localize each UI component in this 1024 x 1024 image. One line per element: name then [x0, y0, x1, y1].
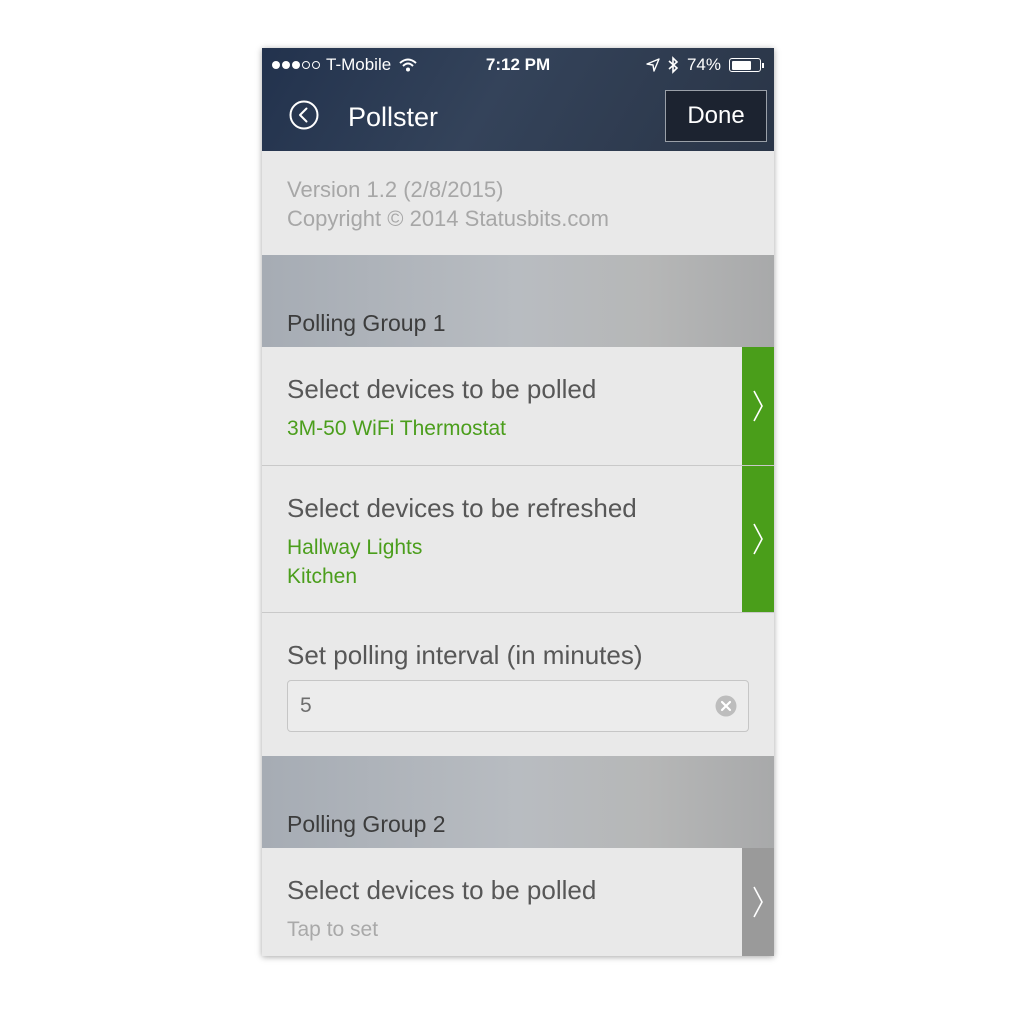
copyright-text: Copyright © 2014 Statusbits.com [287, 206, 609, 231]
group-title: Polling Group 1 [287, 310, 446, 336]
app-screen: T-Mobile 7:12 PM 74% Pollster Done Versi… [262, 48, 774, 956]
chevron-strip[interactable] [742, 848, 774, 956]
group-title: Polling Group 2 [287, 811, 446, 837]
selected-device: Hallway Lights [287, 536, 423, 559]
group-header-1: Polling Group 1 [262, 255, 774, 347]
row-title: Select devices to be polled [287, 875, 597, 905]
location-arrow-icon [646, 58, 660, 72]
select-polled-devices-row[interactable]: Select devices to be polled 3M-50 WiFi T… [262, 347, 774, 465]
chevron-strip[interactable] [742, 466, 774, 612]
chevron-right-icon [753, 886, 763, 918]
chevron-right-icon [753, 390, 763, 422]
row-title: Select devices to be refreshed [287, 493, 637, 523]
interval-label: Set polling interval (in minutes) [287, 640, 643, 670]
placeholder-text: Tap to set [287, 918, 379, 941]
polling-interval-input[interactable]: 5 [287, 680, 749, 732]
battery-percent: 74% [686, 55, 721, 74]
chevron-right-icon [753, 523, 763, 555]
header: T-Mobile 7:12 PM 74% Pollster Done [262, 48, 774, 151]
battery-icon [729, 58, 764, 72]
back-button[interactable] [288, 99, 320, 131]
about-section: Version 1.2 (2/8/2015) Copyright © 2014 … [262, 151, 774, 255]
select-refreshed-devices-row[interactable]: Select devices to be refreshed Hallway L… [262, 466, 774, 612]
selected-device: Kitchen [287, 565, 358, 588]
bluetooth-icon [668, 56, 679, 74]
status-right-group: 74% [646, 55, 764, 75]
interval-value: 5 [300, 694, 312, 717]
page-title: Pollster [348, 102, 439, 132]
group-header-2: Polling Group 2 [262, 756, 774, 848]
selected-device: 3M-50 WiFi Thermostat [287, 417, 506, 440]
row-title: Select devices to be polled [287, 374, 597, 404]
done-button[interactable]: Done [665, 90, 767, 142]
nav-bar: Pollster Done [262, 84, 774, 148]
status-bar: T-Mobile 7:12 PM 74% [262, 48, 774, 82]
version-text: Version 1.2 (2/8/2015) [287, 177, 504, 202]
chevron-strip[interactable] [742, 347, 774, 465]
clear-icon[interactable] [715, 695, 737, 717]
select-polled-devices-row[interactable]: Select devices to be polled Tap to set [262, 848, 774, 956]
